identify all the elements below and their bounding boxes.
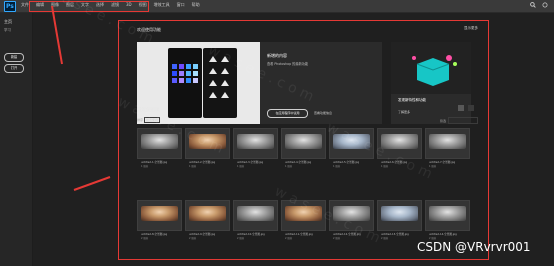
csdn-watermark: CSDN @VRvrvr001 bbox=[417, 240, 531, 254]
recent-files-grid: untitled-1-全景图.jpg 1 周前 untitled-2-全景图.jpg… bbox=[137, 128, 484, 258]
feature-info-link[interactable]: 查看功能信息 bbox=[314, 111, 332, 115]
recent-file-thumbnail[interactable]: untitled-7-全景图.jpg 1 周前 bbox=[425, 128, 470, 168]
panorama-preview bbox=[285, 206, 322, 221]
recent-file-thumbnail[interactable]: untitled-13-全景图.jpg 2 周前 bbox=[377, 200, 422, 240]
new-file-button[interactable]: 新建 bbox=[4, 53, 24, 62]
recent-file-meta: 2 周前 bbox=[237, 237, 245, 240]
swatch-tile bbox=[172, 78, 177, 83]
panorama-preview bbox=[429, 206, 466, 221]
recent-file-thumbnail[interactable]: untitled-6-全景图.jpg 1 周前 bbox=[377, 128, 422, 168]
swatch-tile bbox=[186, 64, 191, 69]
panorama-preview bbox=[429, 134, 466, 149]
home-panel: 欢迎使用功能 显示更多 新增的内容 查看 Photoshop 的最新功能 在应用… bbox=[118, 20, 489, 260]
grid-view-icon[interactable] bbox=[458, 105, 464, 111]
annotation-arrow bbox=[73, 176, 111, 191]
discover-card-image bbox=[391, 42, 471, 94]
swatch-tile bbox=[179, 78, 184, 83]
panorama-preview bbox=[189, 134, 226, 149]
sidebar bbox=[0, 13, 33, 266]
swatch-tile bbox=[179, 71, 184, 76]
discover-title: 欢迎使用功能 bbox=[137, 27, 161, 32]
swatch-tile bbox=[193, 71, 198, 76]
recent-file-thumbnail[interactable]: untitled-12-全景图.jpg 2 周前 bbox=[329, 200, 374, 240]
swatch-tile bbox=[193, 78, 198, 83]
filter-input[interactable] bbox=[448, 117, 478, 124]
brush-shapes-icon bbox=[209, 56, 229, 98]
try-in-app-button[interactable]: 在应用程序中试用 bbox=[267, 109, 308, 118]
cloud-icon[interactable] bbox=[542, 2, 548, 8]
panorama-preview bbox=[381, 206, 418, 221]
menu-highlight-box bbox=[29, 1, 149, 12]
recent-file-meta: 2 周前 bbox=[189, 237, 197, 240]
panorama-preview bbox=[237, 206, 274, 221]
recent-file-meta: 1 周前 bbox=[141, 165, 149, 168]
recent-file-meta: 1 周前 bbox=[285, 165, 293, 168]
menu-item[interactable]: 帮助 bbox=[191, 2, 201, 8]
show-more-link[interactable]: 显示更多 bbox=[464, 26, 478, 31]
recent-file-thumbnail[interactable]: untitled-2-全景图.jpg 1 周前 bbox=[185, 128, 230, 168]
swatch-tile bbox=[193, 64, 198, 69]
phone-mockup-left bbox=[168, 48, 202, 118]
discover-card-title: 发现新特性和功能 bbox=[398, 98, 426, 102]
recent-file-thumbnail[interactable]: untitled-3-全景图.jpg 1 周前 bbox=[233, 128, 278, 168]
swatch-tile bbox=[179, 64, 184, 69]
view-toggle bbox=[458, 105, 474, 111]
filter-control: 筛选 bbox=[440, 117, 478, 124]
recent-file-meta: 2 周前 bbox=[333, 237, 341, 240]
discover-card-link[interactable]: 了解更多 bbox=[398, 110, 410, 114]
swatch-tile bbox=[186, 78, 191, 83]
recent-file-meta: 2 周前 bbox=[381, 237, 389, 240]
recent-title: 最近使用项 bbox=[137, 108, 160, 113]
panorama-preview bbox=[381, 134, 418, 149]
recent-file-thumbnail[interactable]: untitled-1-全景图.jpg 1 周前 bbox=[137, 128, 182, 168]
feature-hero-card[interactable]: 新增的内容 查看 Photoshop 的最新功能 在应用程序中试用 查看功能信息 bbox=[137, 42, 382, 124]
open-file-button[interactable]: 打开 bbox=[4, 64, 24, 73]
swatch-tile bbox=[172, 64, 177, 69]
swatch-tile bbox=[172, 71, 177, 76]
menu-item[interactable]: 增效工具 bbox=[153, 2, 171, 8]
sidebar-home[interactable]: 主页 bbox=[4, 19, 12, 25]
recent-file-thumbnail[interactable]: untitled-10-全景图.jpg 2 周前 bbox=[233, 200, 278, 240]
recent-file-meta: 2 周前 bbox=[141, 237, 149, 240]
recent-file-thumbnail[interactable]: untitled-5-全景图.jpg 1 周前 bbox=[329, 128, 374, 168]
sidebar-learn[interactable]: 学习 bbox=[4, 28, 11, 33]
teal-box-illustration-icon bbox=[391, 42, 471, 94]
discover-card[interactable]: 发现新特性和功能 了解更多 bbox=[391, 42, 471, 124]
photoshop-logo[interactable]: Ps bbox=[4, 1, 16, 12]
recent-file-thumbnail[interactable]: untitled-4-全景图.jpg 1 周前 bbox=[281, 128, 326, 168]
hero-subtitle: 查看 Photoshop 的最新功能 bbox=[267, 62, 309, 66]
panorama-preview bbox=[141, 134, 178, 149]
recent-file-meta: 1 周前 bbox=[333, 165, 341, 168]
recent-file-thumbnail[interactable]: untitled-8-全景图.jpg 2 周前 bbox=[137, 200, 182, 240]
panorama-preview bbox=[141, 206, 178, 221]
swatch-tile bbox=[186, 71, 191, 76]
recent-file-meta: 1 周前 bbox=[381, 165, 389, 168]
panorama-preview bbox=[333, 206, 370, 221]
recent-file-meta: 1 周前 bbox=[189, 165, 197, 168]
panorama-preview bbox=[189, 206, 226, 221]
recent-file-thumbnail[interactable]: untitled-11-全景图.jpg 2 周前 bbox=[281, 200, 326, 240]
recent-file-meta: 1 周前 bbox=[429, 165, 437, 168]
recent-file-thumbnail[interactable]: untitled-14-全景图.jpg 2 周前 bbox=[425, 200, 470, 240]
hero-title: 新增的内容 bbox=[267, 53, 287, 58]
phone-mockup-right bbox=[203, 48, 237, 118]
panorama-preview bbox=[333, 134, 370, 149]
sort-control[interactable]: 排序 最近使用 bbox=[137, 117, 160, 123]
menu-item[interactable]: 窗口 bbox=[176, 2, 186, 8]
recent-file-thumbnail[interactable]: untitled-9-全景图.jpg 2 周前 bbox=[185, 200, 230, 240]
recent-file-meta: 1 周前 bbox=[237, 165, 245, 168]
annotation-arrow bbox=[51, 5, 63, 65]
menu-bar: Ps 文件 编辑 图像 图层 文字 选择 滤镜 3D 视图 增效工具 窗口 帮助 bbox=[0, 0, 554, 13]
panorama-preview bbox=[237, 134, 274, 149]
panorama-preview bbox=[285, 134, 322, 149]
list-view-icon[interactable] bbox=[468, 105, 474, 111]
recent-file-meta: 2 周前 bbox=[285, 237, 293, 240]
top-right-icons bbox=[530, 2, 548, 8]
search-icon[interactable] bbox=[530, 2, 536, 8]
